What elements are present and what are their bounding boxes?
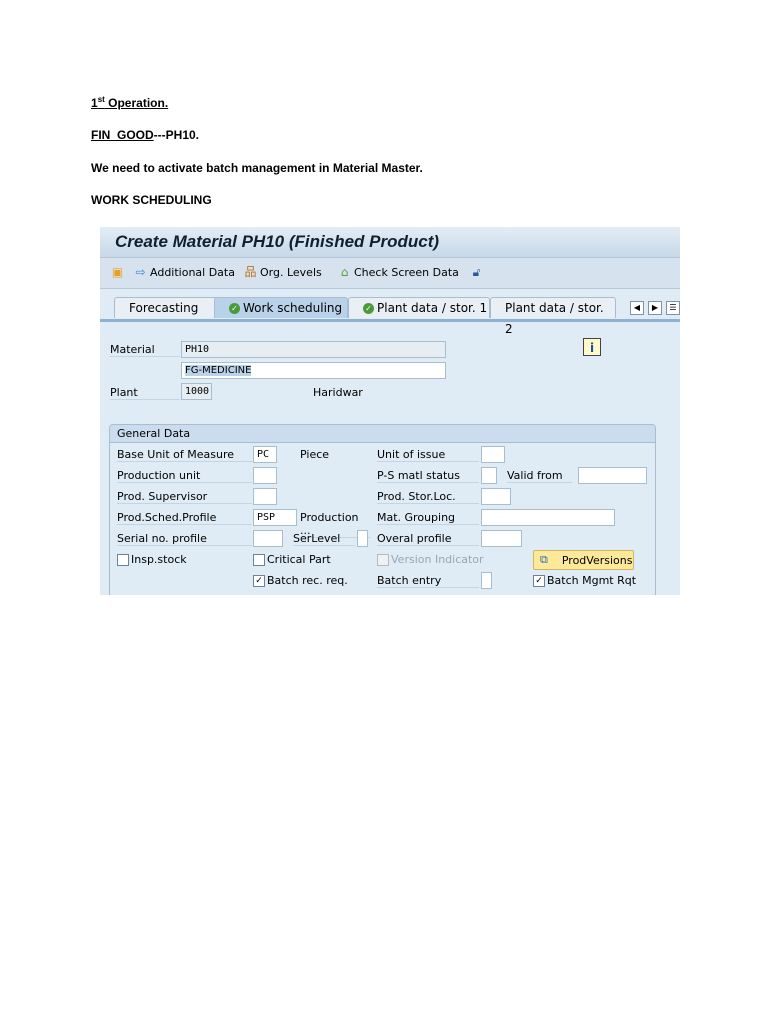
tab-plant-data-stor-1[interactable]: ✓ Plant data / stor. 1	[348, 297, 490, 318]
checkbox-label: Insp.stock	[131, 553, 187, 566]
checkbox-label: Batch rec. req.	[267, 574, 348, 587]
check-screen-data-label: Check Screen Data	[354, 266, 459, 279]
checkbox-box	[117, 553, 129, 566]
mat-grouping-field[interactable]	[481, 509, 615, 526]
check-screen-data-button[interactable]: ⌂ Check Screen Data	[338, 265, 459, 280]
batch-rec-req-checkbox[interactable]: ✓ Batch rec. req.	[253, 574, 348, 587]
group-header: General Data	[110, 425, 655, 443]
batch-entry-field[interactable]	[481, 572, 492, 589]
tab-label: Work scheduling	[243, 301, 343, 315]
prod-sched-profile-field[interactable]: PSP	[253, 509, 297, 526]
material-description-field[interactable]: FG-MEDICINE	[181, 362, 446, 379]
toolbar: ▣ ⇨ Additional Data 品 Org. Levels ⌂ Check S…	[100, 258, 680, 289]
checkbox-label: Version Indicator	[391, 553, 484, 566]
description-text: FG-MEDICINE	[185, 365, 252, 376]
document-icon: ▣	[111, 265, 124, 279]
material-field[interactable]: PH10	[181, 341, 446, 358]
checkbox-checked: ✓	[253, 574, 265, 587]
insp-stock-checkbox[interactable]: Insp.stock	[117, 553, 187, 566]
version-indicator-checkbox: Version Indicator	[377, 553, 484, 566]
prod-supervisor-field[interactable]	[253, 488, 277, 505]
base-uom-label: Base Unit of Measure	[117, 448, 252, 462]
serlevel-label: SerLevel	[293, 532, 355, 546]
tab-plant-data-stor-2[interactable]: Plant data / stor. 2	[490, 297, 616, 336]
plant-field[interactable]: 1000	[181, 383, 212, 400]
unit-of-issue-label: Unit of issue	[377, 448, 479, 462]
tab-forecasting[interactable]: Forecasting	[114, 297, 218, 318]
production-unit-label: Production unit	[117, 469, 252, 483]
status-ok-icon: ✓	[363, 303, 374, 314]
check-icon: ⌂	[340, 265, 349, 279]
button-label: ProdVersions	[561, 553, 633, 567]
prod-supervisor-label: Prod. Supervisor	[117, 490, 252, 504]
lock-icon: 🔓︎	[472, 265, 481, 279]
other-material-button[interactable]: ▣	[111, 266, 124, 279]
additional-data-label: Additional Data	[150, 266, 235, 279]
overal-profile-label: Overal profile	[377, 532, 479, 546]
prod-versions-button[interactable]: ⧉ ProdVersions	[533, 550, 634, 570]
critical-part-checkbox[interactable]: Critical Part	[253, 553, 331, 566]
window-title: Create Material PH10 (Finished Product)	[115, 232, 440, 251]
production-unit-field[interactable]	[253, 467, 277, 484]
unit-of-issue-field[interactable]	[481, 446, 505, 463]
overal-profile-field[interactable]	[481, 530, 522, 547]
checkbox-label: Critical Part	[267, 553, 331, 566]
arrow-right-icon: ⇨	[135, 265, 146, 279]
additional-data-button[interactable]: ⇨ Additional Data	[134, 265, 235, 280]
tab-work-scheduling[interactable]: ✓ Work scheduling	[214, 297, 348, 318]
ps-matl-status-field[interactable]	[481, 467, 497, 484]
batch-entry-label: Batch entry	[377, 574, 479, 588]
serial-no-profile-label: Serial no. profile	[117, 532, 252, 546]
serial-no-profile-field[interactable]	[253, 530, 283, 547]
instruction-text: We need to activate batch management in …	[91, 161, 423, 175]
scroll-left-icon[interactable]: ◀	[630, 301, 644, 315]
tab-strip: Forecasting ✓ Work scheduling ✓ Plant data…	[100, 295, 680, 336]
checkbox-box	[253, 553, 265, 566]
status-ok-icon: ✓	[229, 303, 240, 314]
checkbox-checked: ✓	[533, 574, 545, 587]
title-bar: Create Material PH10 (Finished Product)	[100, 227, 680, 258]
material-line: FIN_GOOD---PH10.	[91, 128, 200, 142]
prod-versions-icon: ⧉	[540, 553, 548, 566]
batch-mgmt-rqt-checkbox[interactable]: ✓ Batch Mgmt Rqt	[533, 574, 636, 587]
section-heading: WORK SCHEDULING	[91, 193, 212, 207]
sap-window: Create Material PH10 (Finished Product) …	[100, 227, 680, 595]
tab-label: Plant data / stor. 1	[377, 301, 488, 315]
prod-sched-profile-label: Prod.Sched.Profile	[117, 511, 252, 525]
material-label: Material	[110, 343, 180, 357]
valid-from-field[interactable]	[578, 467, 647, 484]
scroll-right-icon[interactable]: ▶	[648, 301, 662, 315]
lock-button[interactable]: 🔓︎	[470, 266, 483, 279]
prod-stor-loc-field[interactable]	[481, 488, 511, 505]
group-title: General Data	[117, 427, 191, 440]
general-data-group: General Data Base Unit of Measure PC Pie…	[109, 424, 656, 595]
checkbox-box	[377, 553, 389, 566]
hierarchy-icon: 品	[244, 265, 257, 279]
org-levels-label: Org. Levels	[260, 266, 322, 279]
plant-name: Haridwar	[313, 386, 363, 399]
serlevel-field[interactable]	[357, 530, 368, 547]
plant-label: Plant	[110, 386, 180, 400]
operation-heading: 1st Operation.	[91, 95, 169, 110]
prod-stor-loc-label: Prod. Stor.Loc.	[377, 490, 479, 504]
tab-list-icon[interactable]: ☰	[666, 301, 680, 315]
ps-matl-status-label: P-S matl status	[377, 469, 479, 483]
base-uom-text: Piece	[300, 448, 330, 461]
valid-from-label: Valid from	[507, 469, 572, 483]
base-uom-field[interactable]: PC	[253, 446, 277, 463]
checkbox-label: Batch Mgmt Rqt	[547, 574, 637, 587]
mat-grouping-label: Mat. Grouping	[377, 511, 479, 525]
org-levels-button[interactable]: 品 Org. Levels	[244, 265, 322, 280]
info-icon[interactable]: i	[583, 338, 601, 356]
